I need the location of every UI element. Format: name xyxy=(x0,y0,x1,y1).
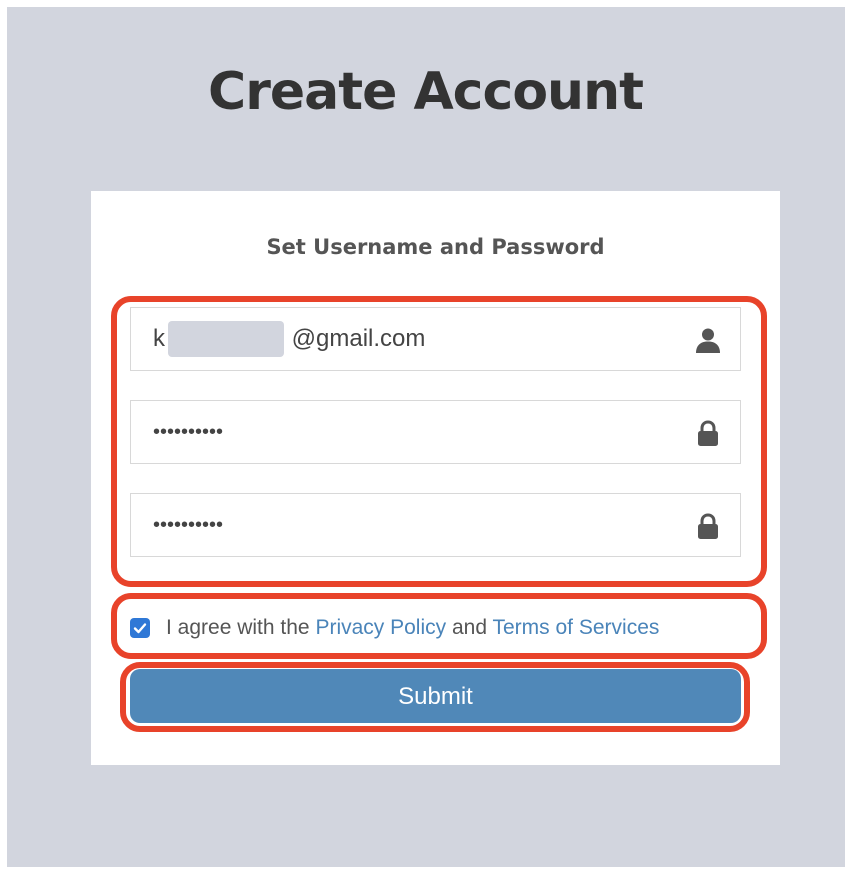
checkmark-icon xyxy=(133,623,147,634)
agree-text: I agree with the Privacy Policy and Term… xyxy=(166,616,659,640)
agree-row: I agree with the Privacy Policy and Term… xyxy=(130,614,659,642)
confirm-password-field[interactable] xyxy=(130,493,741,557)
terms-of-services-link[interactable]: Terms of Services xyxy=(493,616,660,639)
lock-icon xyxy=(698,420,718,446)
password-input[interactable] xyxy=(131,401,671,463)
privacy-policy-link[interactable]: Privacy Policy xyxy=(315,616,446,639)
submit-button[interactable]: Submit xyxy=(130,669,741,723)
card-title: Set Username and Password xyxy=(266,235,605,259)
user-icon xyxy=(696,328,720,353)
page-title: Create Account xyxy=(208,62,644,122)
agree-checkbox[interactable] xyxy=(130,618,150,638)
lock-icon xyxy=(698,513,718,539)
confirm-password-input[interactable] xyxy=(131,494,671,556)
redacted-text xyxy=(168,321,284,357)
password-field[interactable] xyxy=(130,400,741,464)
agree-text-between: and xyxy=(451,616,488,639)
agree-text-before: I agree with the xyxy=(166,616,310,639)
